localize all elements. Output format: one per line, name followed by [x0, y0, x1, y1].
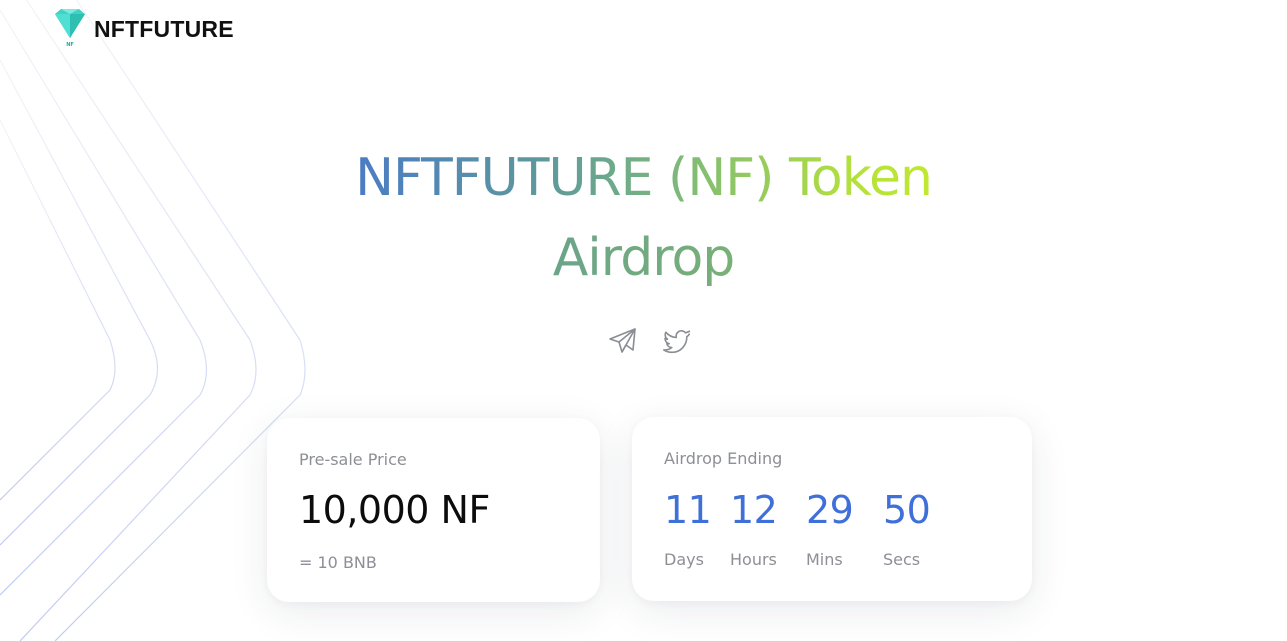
brand-logo[interactable]: NF NFTFUTURE: [52, 8, 234, 48]
presale-price-value: 10,000 NF: [299, 488, 490, 532]
twitter-icon: [663, 330, 691, 354]
countdown-mins-value: 29: [806, 488, 854, 532]
countdown-secs-value: 50: [883, 488, 931, 532]
countdown-secs: 50 Secs: [883, 485, 963, 569]
countdown-hours: 12 Hours: [730, 485, 806, 569]
airdrop-ending-card: Airdrop Ending 11 Days 12 Hours 29 Mins …: [632, 417, 1032, 601]
presale-price-conversion: = 10 BNB: [299, 553, 377, 572]
countdown-mins-label: Mins: [806, 550, 843, 569]
countdown-days: 11 Days: [664, 485, 730, 569]
countdown-timer: 11 Days 12 Hours 29 Mins 50 Secs: [664, 485, 963, 569]
countdown-mins: 29 Mins: [806, 485, 883, 569]
countdown-hours-label: Hours: [730, 550, 777, 569]
countdown-days-label: Days: [664, 550, 704, 569]
social-links: [608, 326, 692, 356]
page-title: NFTFUTURE (NF) Token Airdrop: [0, 138, 1287, 298]
telegram-icon: [609, 328, 636, 353]
twitter-link[interactable]: [662, 326, 692, 356]
diamond-icon: NF: [55, 9, 85, 48]
page: NF NFTFUTURE NFTFUTURE (NF) Token Airdro…: [0, 0, 1287, 641]
presale-price-label: Pre-sale Price: [299, 450, 407, 469]
countdown-hours-value: 12: [730, 488, 778, 532]
countdown-secs-label: Secs: [883, 550, 921, 569]
presale-price-card: Pre-sale Price 10,000 NF = 10 BNB: [267, 418, 600, 602]
countdown-days-value: 11: [664, 488, 712, 532]
logo-mark-text: NF: [66, 42, 74, 48]
brand-name: NFTFUTURE: [94, 15, 234, 42]
page-title-line-1: NFTFUTURE (NF) Token: [334, 138, 954, 218]
telegram-link[interactable]: [608, 326, 638, 356]
page-title-line-2: Airdrop: [334, 218, 954, 298]
airdrop-ending-label: Airdrop Ending: [664, 449, 783, 468]
